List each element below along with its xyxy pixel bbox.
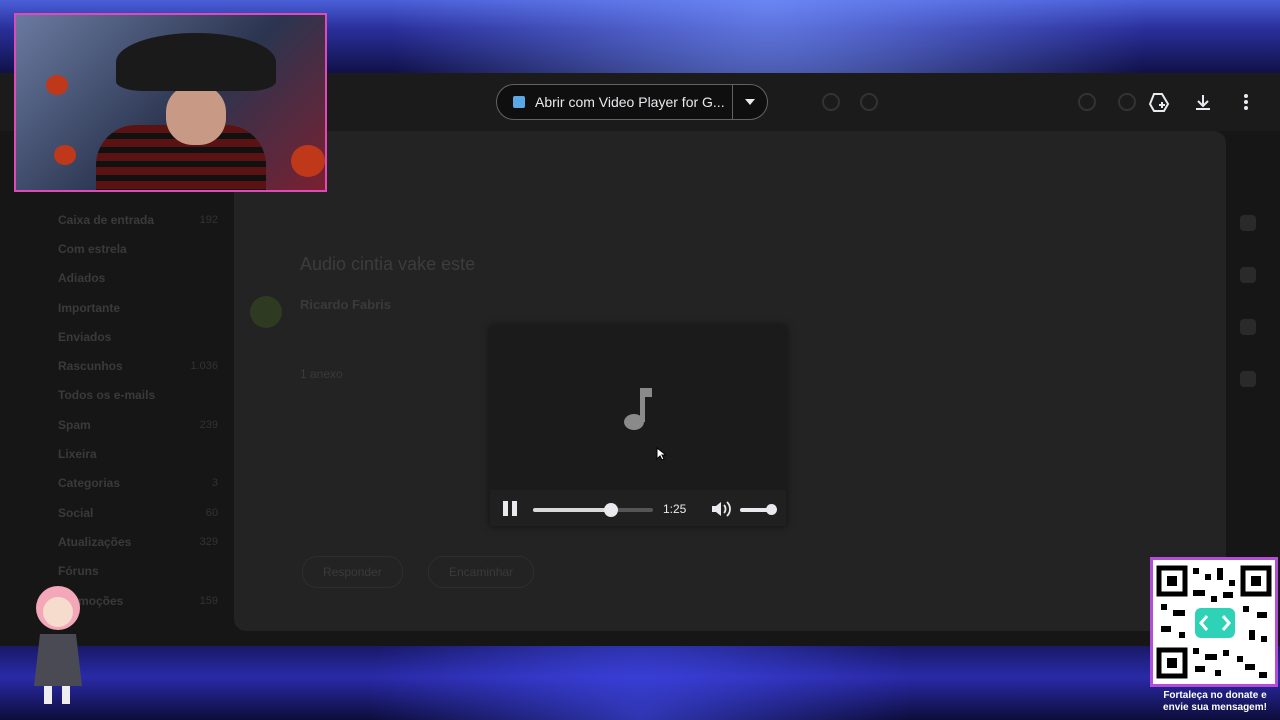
seek-thumb[interactable] [604,503,618,517]
caret-down-icon [745,99,755,105]
attachment-count: 1 anexo [300,367,343,381]
dimmed-icon [822,93,840,111]
current-time: 1:25 [663,502,687,516]
audio-player: 1:25 [490,326,786,526]
seek-progress [533,508,611,512]
more-vert-icon[interactable] [1235,91,1257,113]
sidebar-item: Enviados [58,329,112,344]
volume-thumb[interactable] [765,504,777,515]
dimmed-icon [1118,93,1136,111]
add-to-drive-icon[interactable] [1148,91,1170,113]
avatar [250,296,282,328]
witch-hat [116,33,276,91]
sidebar-item: Categorias 3 [58,476,218,491]
sidebar-item: Atualizações 329 [58,534,218,549]
mouse-cursor-icon [656,447,666,461]
dimmed-icon [860,93,878,111]
streamer-webcam-overlay [14,13,327,192]
pumpkin-decoration [46,75,68,95]
sidebar-item: Rascunhos 1.036 [58,359,218,374]
download-icon[interactable] [1192,91,1214,113]
pumpkin-decoration [291,145,325,177]
sidebar-item: Com estrela [58,241,127,256]
donation-qr-code [1150,557,1278,687]
player-controls: 1:25 [490,490,786,526]
volume-icon[interactable] [710,500,732,518]
pumpkin-decoration [54,145,76,165]
reply-button: Responder [302,556,403,588]
open-with-dropdown-button[interactable] [732,85,767,119]
sidebar-item: Adiados [58,271,106,286]
video-player-app-icon [513,96,525,108]
sidebar-item: Spam 239 [58,417,218,432]
forward-button: Encaminhar [428,556,535,588]
sidebar-item: Social 60 [58,505,218,520]
music-note-icon [624,388,652,430]
dimmed-icon [1078,93,1096,111]
seek-bar[interactable] [533,503,653,517]
open-with-label: Abrir com Video Player for G... [535,94,725,110]
qr-code-icon [1156,565,1272,679]
sidebar-item: Lixeira [58,447,97,462]
sidebar-item: Caixa de entrada 192 [58,212,218,227]
email-subject: Audio cintia vake este [300,254,476,274]
sidebar-item: Importante [58,300,121,315]
volume-slider[interactable] [740,504,777,515]
anime-character-sticker [34,586,82,704]
player-screen[interactable] [490,326,786,490]
email-sender: Ricardo Fabris [300,297,392,312]
qr-caption: Fortaleça no donate e envie sua mensagem… [1163,690,1267,713]
open-with-button[interactable]: Abrir com Video Player for G... [497,85,732,119]
side-panel-rail [1240,215,1260,423]
sidebar-item: Todos os e-mails [58,388,156,403]
pause-icon [503,501,508,516]
open-with-button-group: Abrir com Video Player for G... [496,84,768,120]
gmail-sidebar: Caixa de entrada 192 Com estrela Adiados … [28,205,218,615]
pause-button[interactable] [502,501,518,517]
